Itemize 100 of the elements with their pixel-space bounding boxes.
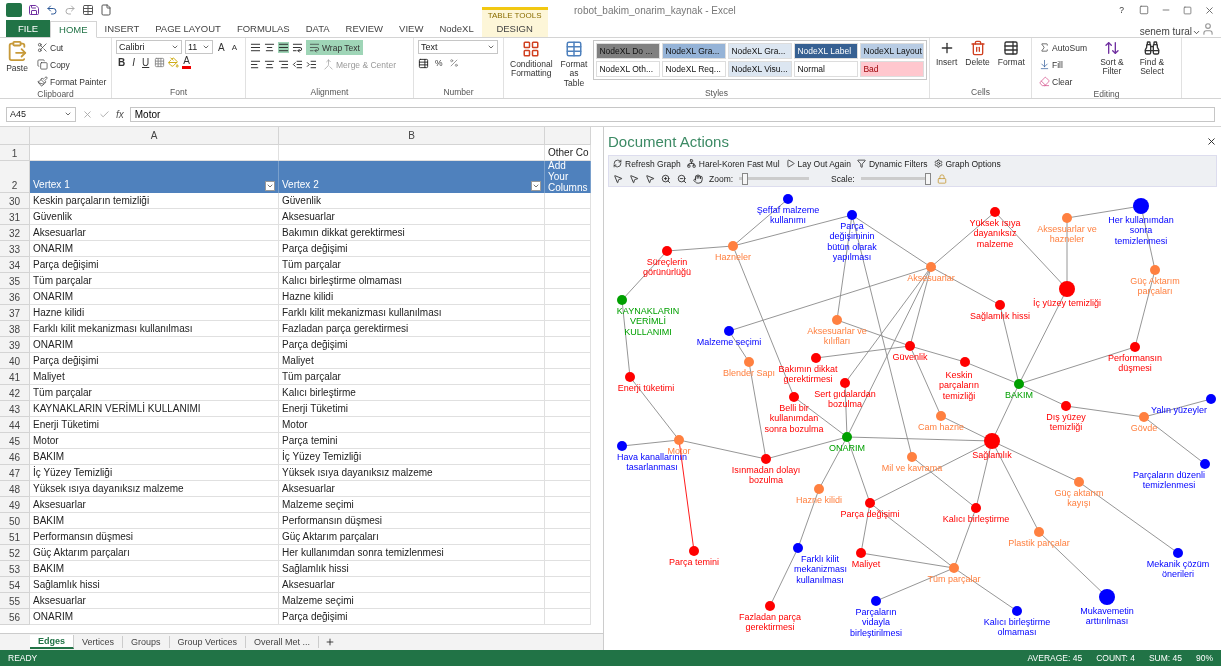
ribbon-tab[interactable]: NodeXL	[431, 20, 482, 37]
pointer-icon[interactable]	[629, 173, 639, 184]
row-number[interactable]: 41	[0, 369, 30, 385]
node-dot[interactable]	[840, 378, 850, 388]
node-dot[interactable]	[871, 596, 881, 606]
bold-button[interactable]: B	[116, 57, 128, 68]
toolbar-button[interactable]: Dynamic Filters	[856, 158, 928, 169]
node-dot[interactable]	[765, 601, 775, 611]
undo-icon[interactable]	[46, 4, 58, 16]
cell-style[interactable]: NodeXL Gra...	[662, 43, 727, 59]
clear-button[interactable]: Clear	[1036, 74, 1090, 89]
node-dot[interactable]	[1133, 198, 1149, 214]
slider-thumb[interactable]	[924, 172, 931, 185]
row-number[interactable]: 33	[0, 241, 30, 257]
column-header[interactable]: A	[30, 127, 279, 145]
name-box[interactable]: A45	[6, 106, 76, 122]
filter-button[interactable]	[265, 181, 275, 191]
node-dot[interactable]	[949, 563, 959, 573]
cell-style[interactable]: Bad	[860, 61, 925, 77]
sheet-tab[interactable]: Group Vertices	[169, 636, 247, 648]
node-dot[interactable]	[1206, 394, 1216, 404]
top-align-icon[interactable]	[250, 42, 261, 53]
wrap-text-button[interactable]: Wrap Text	[306, 40, 363, 55]
column-header[interactable]: B	[279, 127, 545, 145]
row-number[interactable]: 44	[0, 417, 30, 433]
sort-filter-button[interactable]: Sort & Filter	[1093, 40, 1130, 77]
zoom-out-icon[interactable]	[677, 173, 687, 184]
caret-icon[interactable]	[1192, 28, 1201, 37]
sheet-tab[interactable]: Vertices	[74, 636, 124, 648]
bottom-align-icon[interactable]	[278, 42, 289, 53]
node-dot[interactable]	[842, 432, 852, 442]
node-dot[interactable]	[1061, 401, 1071, 411]
insert-button[interactable]: Insert	[934, 40, 960, 68]
node-dot[interactable]	[865, 498, 875, 508]
paste-button[interactable]: Paste	[4, 40, 30, 74]
toolbar-button[interactable]: Refresh Graph	[613, 158, 681, 169]
filter-button[interactable]	[531, 181, 541, 191]
row-number[interactable]: 50	[0, 513, 30, 529]
cell-style[interactable]: NodeXL Visu...	[728, 61, 793, 77]
percent-button[interactable]: %	[432, 56, 446, 70]
row-number[interactable]: 43	[0, 401, 30, 417]
toolbar-button[interactable]: Graph Options	[933, 158, 1001, 169]
row-number[interactable]: 42	[0, 385, 30, 401]
node-dot[interactable]	[811, 353, 821, 363]
row-number[interactable]: 49	[0, 497, 30, 513]
node-dot[interactable]	[761, 454, 771, 464]
ribbon-tab[interactable]: INSERT	[96, 20, 148, 37]
ribbon-tab[interactable]: PAGE LAYOUT	[147, 20, 229, 37]
pointer-icon[interactable]	[645, 173, 655, 184]
cell-style[interactable]: NodeXL Req...	[662, 61, 727, 77]
node-dot[interactable]	[617, 295, 627, 305]
node-dot[interactable]	[1034, 527, 1044, 537]
number-format-field[interactable]: Text	[418, 40, 498, 54]
format-painter-button[interactable]: Format Painter	[34, 74, 110, 89]
node-dot[interactable]	[1173, 548, 1183, 558]
close-icon[interactable]	[1206, 135, 1217, 147]
autosum-button[interactable]: AutoSum	[1036, 40, 1090, 55]
help-button[interactable]: ?	[1116, 3, 1127, 17]
node-dot[interactable]	[1074, 477, 1084, 487]
hand-icon[interactable]	[693, 173, 703, 184]
copy-button[interactable]: Copy	[34, 57, 110, 72]
row-number[interactable]: 36	[0, 289, 30, 305]
node-dot[interactable]	[625, 372, 635, 382]
node-dot[interactable]	[793, 543, 803, 553]
row-number[interactable]: 2	[0, 161, 30, 193]
shrink-font-button[interactable]: A	[229, 42, 239, 52]
node-dot[interactable]	[744, 357, 754, 367]
italic-button[interactable]: I	[130, 57, 137, 68]
row-number[interactable]: 47	[0, 465, 30, 481]
row-number[interactable]: 37	[0, 305, 30, 321]
fill-button[interactable]: Fill	[1036, 57, 1090, 72]
row-number[interactable]: 53	[0, 561, 30, 577]
ribbon-display-icon[interactable]	[1139, 5, 1149, 15]
node-dot[interactable]	[1062, 213, 1072, 223]
row-number[interactable]: 34	[0, 257, 30, 273]
underline-button[interactable]: U	[140, 57, 152, 68]
toolbar-button[interactable]: Lay Out Again	[785, 158, 851, 169]
maximize-icon[interactable]	[1183, 5, 1192, 15]
node-dot[interactable]	[724, 326, 734, 336]
align-right-icon[interactable]	[278, 59, 289, 70]
node-dot[interactable]	[662, 246, 672, 256]
row-number[interactable]: 55	[0, 593, 30, 609]
node-dot[interactable]	[1130, 342, 1140, 352]
add-sheet-icon[interactable]	[325, 637, 336, 647]
node-dot[interactable]	[995, 300, 1005, 310]
row-number[interactable]: 38	[0, 321, 30, 337]
file-tab[interactable]: FILE	[6, 20, 51, 37]
node-dot[interactable]	[783, 194, 793, 204]
node-dot[interactable]	[905, 341, 915, 351]
node-dot[interactable]	[1139, 412, 1149, 422]
slider-thumb[interactable]	[742, 172, 749, 185]
ribbon-tab[interactable]: HOME	[50, 21, 97, 38]
ribbon-tab[interactable]: DATA	[297, 20, 338, 37]
format-as-table-button[interactable]: Format as Table	[558, 40, 590, 89]
node-dot[interactable]	[990, 207, 1000, 217]
node-dot[interactable]	[847, 210, 857, 220]
toolbar-button[interactable]: Harel-Koren Fast Mul	[686, 158, 780, 169]
borders-icon[interactable]	[154, 57, 166, 68]
row-number[interactable]: 30	[0, 193, 30, 209]
node-dot[interactable]	[960, 357, 970, 367]
